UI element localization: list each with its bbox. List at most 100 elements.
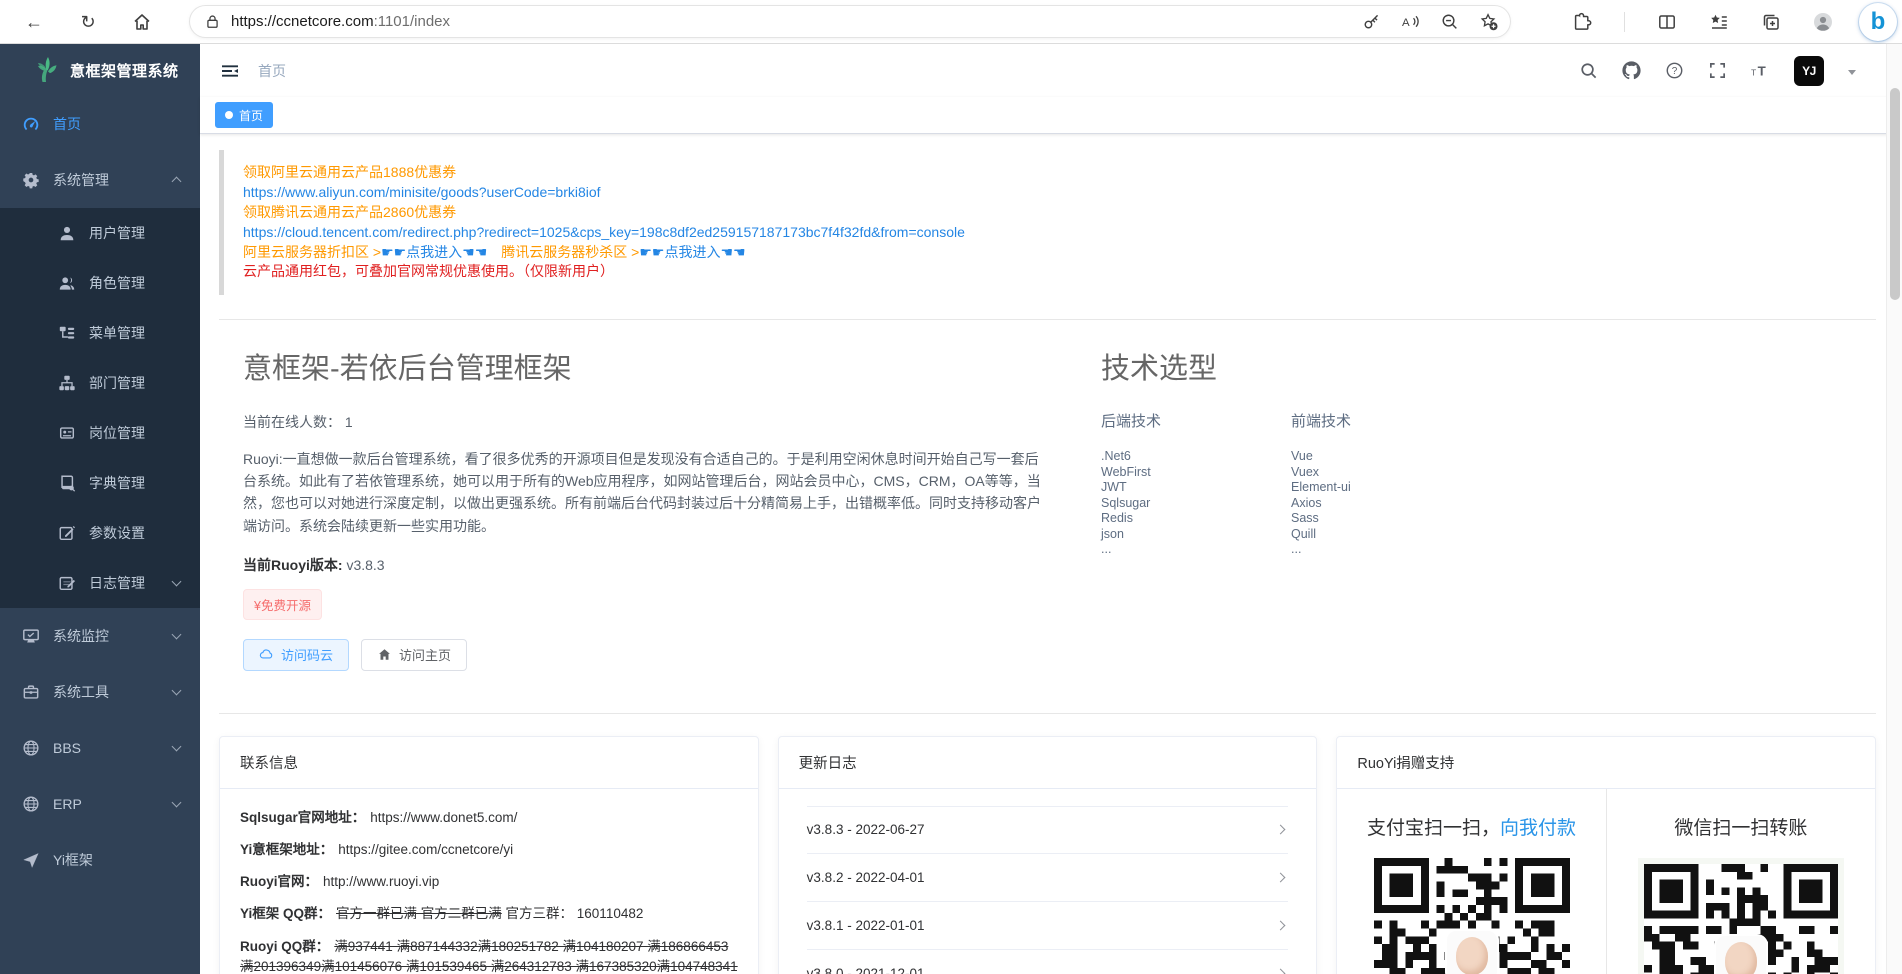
refresh-icon[interactable]: ↻ (78, 12, 98, 32)
zoom-out-icon[interactable] (1440, 12, 1459, 31)
globe-icon (22, 795, 40, 813)
browser-home-icon[interactable] (132, 12, 152, 32)
svg-text:T: T (1758, 63, 1766, 78)
tech-item: Quill (1291, 527, 1481, 543)
wechat-qr-code (1644, 864, 1838, 974)
url-text[interactable]: https://ccnetcore.com:1101/index (231, 13, 1352, 30)
visit-homepage-button[interactable]: 访问主页 (361, 639, 467, 671)
changelog-item[interactable]: v3.8.0 - 2021-12-01 (807, 950, 1289, 974)
sidebar-item-dict[interactable]: 字典管理 (0, 458, 200, 508)
sidebar-collapse-icon[interactable] (220, 61, 240, 81)
sidebar-item-dept[interactable]: 部门管理 (0, 358, 200, 408)
tech-frontend-col: 前端技术 VueVuexElement-uiAxiosSassQuill... (1291, 410, 1481, 558)
section-divider (219, 713, 1876, 714)
sidebar-item-label: 角色管理 (89, 273, 145, 293)
sidebar-item-post[interactable]: 岗位管理 (0, 408, 200, 458)
sidebar-item-monitor[interactable]: 系统监控 (0, 608, 200, 664)
github-icon[interactable] (1622, 61, 1641, 80)
visit-gitee-button[interactable]: 访问码云 (243, 639, 349, 671)
sidebar-item-tool[interactable]: 系统工具 (0, 664, 200, 720)
scrollbar-thumb[interactable] (1890, 88, 1900, 300)
tech-backend-label: 后端技术 (1101, 410, 1291, 431)
sidebar-item-config[interactable]: 参数设置 (0, 508, 200, 558)
notice-link[interactable]: ☛☛点我进入☚☚ (639, 244, 745, 260)
gear-icon (22, 171, 40, 189)
sidebar-item-label: 参数设置 (89, 523, 145, 543)
chevron-down-icon (172, 742, 182, 752)
sidebar-item-label: 系统监控 (53, 626, 109, 646)
changelog-item-label: v3.8.2 - 2022-04-01 (807, 870, 925, 885)
app-logo[interactable]: 意框架管理系统 (0, 44, 200, 96)
split-screen-icon[interactable] (1657, 12, 1677, 32)
alipay-title: 支付宝扫一扫， (1367, 818, 1500, 839)
chevron-right-icon (1276, 872, 1286, 882)
tag-home[interactable]: 首页 (215, 102, 273, 128)
tech-item: Sass (1291, 511, 1481, 527)
changelog-item[interactable]: v3.8.1 - 2022-01-01 (807, 902, 1289, 950)
notice-line: 阿里云服务器折扣区 >☛☛点我进入☚☚ 腾讯云服务器秒杀区 >☛☛点我进入☚☚ (243, 243, 1876, 263)
sidebar-item-system[interactable]: 系统管理 (0, 152, 200, 208)
contact-label: Ruoyi QQ群： (240, 939, 329, 954)
user-avatar[interactable]: YJ (1794, 56, 1824, 86)
log-icon (58, 574, 76, 592)
font-size-icon[interactable]: TT (1751, 61, 1770, 80)
help-question-icon[interactable]: ? (1665, 61, 1684, 80)
page-title: 意框架-若依后台管理框架 (243, 345, 1101, 387)
toolbar-divider (1624, 12, 1625, 32)
favorite-star-icon[interactable] (1479, 12, 1498, 31)
sidebar-item-bbs[interactable]: BBS (0, 720, 200, 776)
app-window: 意框架管理系统 首页 系统管理 用户管理角色管理菜单管理部门管理岗位管理字典管理… (0, 44, 1902, 974)
tree-icon (58, 324, 76, 342)
notice-link[interactable]: https://www.aliyun.com/minisite/goods?us… (243, 184, 601, 200)
notice-link[interactable]: ☛☛点我进入☚☚ (381, 244, 487, 260)
sidebar-item-user[interactable]: 用户管理 (0, 208, 200, 258)
sidebar-menu-bottom: 系统监控系统工具BBSERPYi框架 (0, 608, 200, 888)
sidebar-item-role[interactable]: 角色管理 (0, 258, 200, 308)
alipay-pay-link[interactable]: 向我付款 (1500, 818, 1576, 839)
extensions-icon[interactable] (1572, 12, 1592, 32)
contact-value: http://www.ruoyi.vip (323, 874, 439, 889)
bing-copilot-icon[interactable]: b (1859, 3, 1897, 41)
contact-row: Yi意框架地址：https://gitee.com/ccnetcore/yi (240, 840, 738, 860)
lock-icon (204, 13, 221, 30)
sidebar-item-home[interactable]: 首页 (0, 96, 200, 152)
sidebar-item-log[interactable]: 日志管理 (0, 558, 200, 608)
contact-card: 联系信息 Sqlsugar官网地址：https://www.donet5.com… (219, 736, 759, 974)
address-bar[interactable]: https://ccnetcore.com:1101/index A (190, 6, 1510, 37)
changelog-item-label: v3.8.3 - 2022-06-27 (807, 822, 925, 837)
changelog-item[interactable]: v3.8.2 - 2022-04-01 (807, 854, 1289, 902)
profile-avatar-icon[interactable] (1813, 12, 1833, 32)
sidebar-item-label: 日志管理 (89, 573, 145, 593)
read-aloud-icon[interactable]: A (1401, 12, 1420, 31)
alipay-column: 支付宝扫一扫，向我付款 (1337, 789, 1605, 974)
sidebar-item-label: 菜单管理 (89, 323, 145, 343)
changelog-item[interactable]: v3.8.3 - 2022-06-27 (807, 806, 1289, 854)
collections-icon[interactable] (1761, 12, 1781, 32)
breadcrumb[interactable]: 首页 (258, 61, 286, 81)
chevron-right-icon (1276, 920, 1286, 930)
back-icon[interactable]: ← (24, 12, 44, 32)
main-area: 首页 ? TT YJ 首页 领取阿里云通用云产品1888优惠券https://w… (200, 44, 1902, 974)
notice-line: 领取阿里云通用云产品1888优惠券 (243, 163, 1876, 183)
edit-icon (58, 524, 76, 542)
sidebar-item-yi[interactable]: Yi框架 (0, 832, 200, 888)
sidebar-item-menu[interactable]: 菜单管理 (0, 308, 200, 358)
sidebar-item-label: 岗位管理 (89, 423, 145, 443)
tool-icon (22, 683, 40, 701)
favorites-list-icon[interactable] (1709, 12, 1729, 32)
sidebar-item-erp[interactable]: ERP (0, 776, 200, 832)
page-content: 领取阿里云通用云产品1888优惠券https://www.aliyun.com/… (200, 134, 1902, 974)
sidebar-menu-top: 首页 (0, 96, 200, 152)
contact-value: https://gitee.com/ccnetcore/yi (338, 842, 513, 857)
browser-scrollbar[interactable] (1886, 44, 1902, 974)
notice-link[interactable]: https://cloud.tencent.com/redirect.php?r… (243, 224, 965, 240)
plane-icon (22, 851, 40, 869)
fullscreen-icon[interactable] (1708, 61, 1727, 80)
chevron-down-icon[interactable] (1848, 70, 1856, 79)
qr-center-photo (1716, 936, 1766, 974)
password-key-icon[interactable] (1362, 12, 1381, 31)
notice-text: 云产品通用红包，可叠加官网常规优惠使用。（仅限新用户） (243, 263, 614, 279)
search-icon[interactable] (1579, 61, 1598, 80)
chevron-down-icon (172, 798, 182, 808)
bottom-cards: 联系信息 Sqlsugar官网地址：https://www.donet5.com… (219, 736, 1876, 974)
